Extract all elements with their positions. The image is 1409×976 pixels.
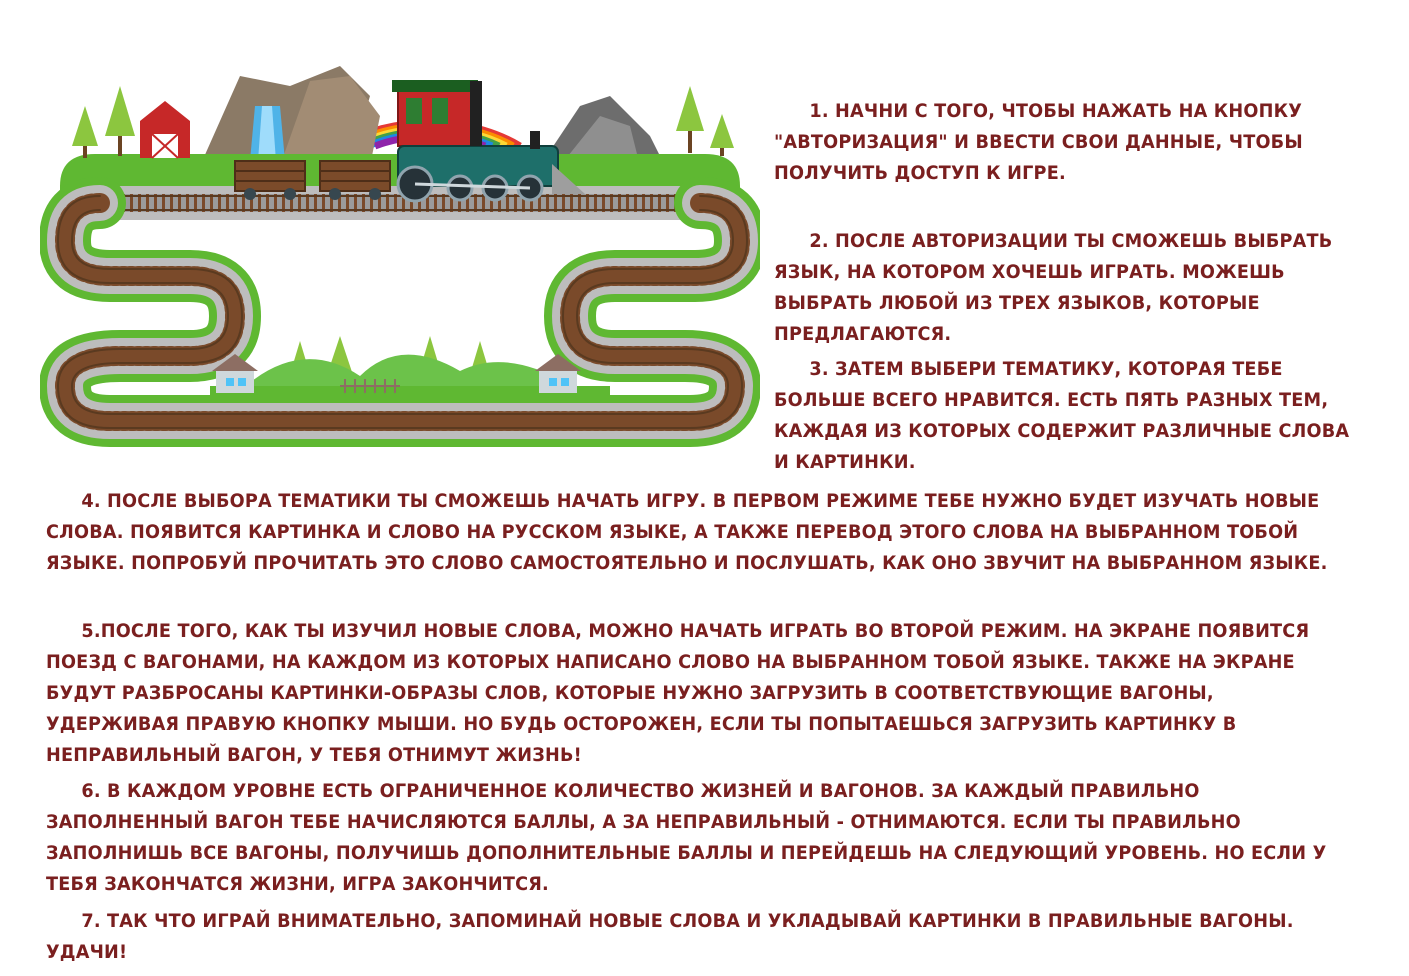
waterfall-icon <box>250 106 285 161</box>
instruction-step-4: 4. После выбора тематики ты сможешь нача… <box>46 490 1328 574</box>
instruction-step-1: 1. Начни с того, чтобы нажать на кнопку … <box>774 100 1303 184</box>
instruction-step-2: 2. После авторизации ты сможешь выбрать … <box>774 230 1333 345</box>
instruction-step-5: 5.После того, как ты изучил новые слова,… <box>46 620 1310 766</box>
instruction-step-3: 3. Затем выбери тематику, которая тебе б… <box>774 358 1350 473</box>
instruction-step-6: 6. В каждом уровне есть ограниченное кол… <box>46 780 1327 895</box>
railway-illustration <box>40 66 760 447</box>
instruction-step-7: 7. Так что играй внимательно, запоминай … <box>46 910 1294 963</box>
red-barn-icon <box>140 101 190 159</box>
